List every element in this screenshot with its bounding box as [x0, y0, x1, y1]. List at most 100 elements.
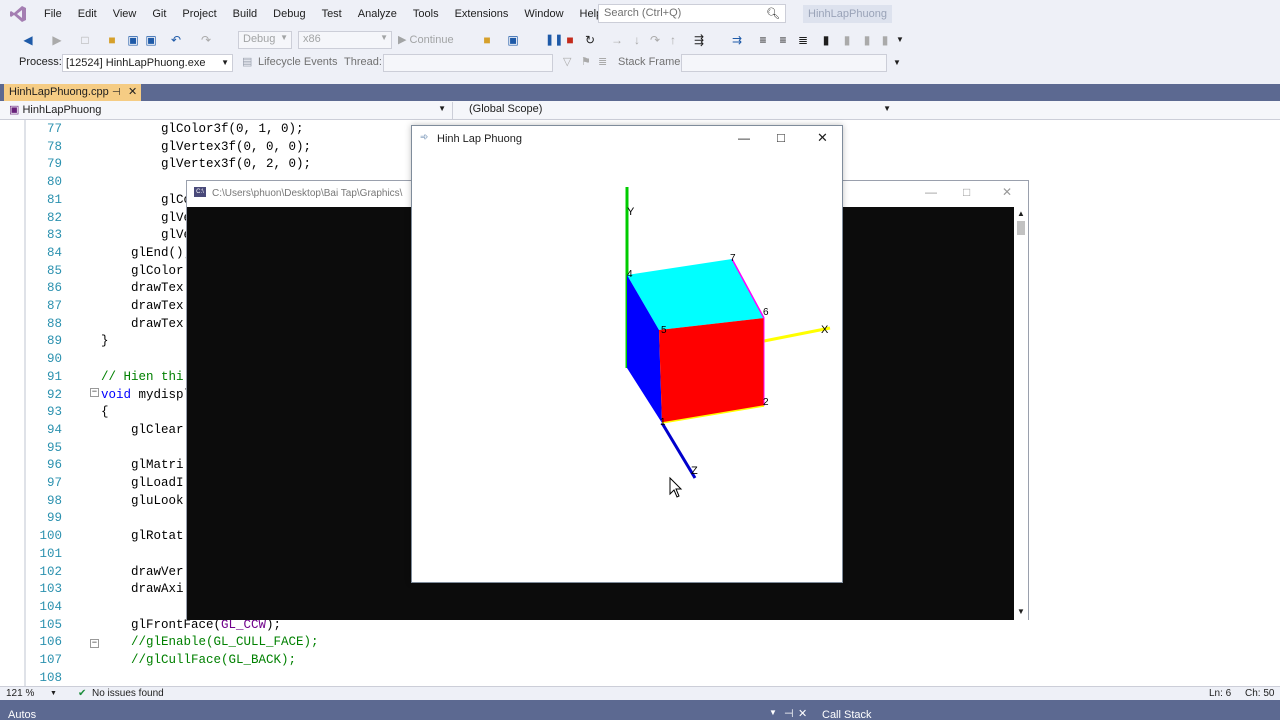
back-icon[interactable]: ◀: [20, 31, 36, 49]
minimize-icon[interactable]: —: [738, 131, 750, 145]
hot-reload-icon[interactable]: ⇶: [692, 31, 706, 49]
toolbar-overflow-icon[interactable]: ▼: [895, 31, 905, 49]
column-number: Ch: 50: [1245, 688, 1275, 699]
indent-icon[interactable]: ≡: [756, 31, 770, 49]
breakpoint-margin[interactable]: [24, 120, 26, 686]
comment-icon[interactable]: ≣: [796, 31, 810, 49]
gl-title-bar[interactable]: ➾ Hinh Lap Phuong — □ ✕: [412, 126, 842, 153]
configuration-value: Debug: [243, 33, 276, 45]
filter-icon[interactable]: ▽: [563, 55, 571, 68]
issues-status[interactable]: No issues found: [92, 687, 164, 700]
process-icon[interactable]: ■: [480, 31, 494, 49]
y-axis-label: Y: [627, 206, 635, 218]
scroll-thumb[interactable]: [1017, 221, 1025, 235]
line-number: 97: [46, 476, 62, 490]
forward-icon[interactable]: ▶: [50, 31, 64, 49]
step-out-icon[interactable]: ↑: [666, 31, 680, 49]
maximize-icon[interactable]: □: [963, 185, 970, 199]
platform-dropdown[interactable]: x86 ▼: [298, 31, 392, 49]
menu-tools[interactable]: Tools: [405, 0, 447, 28]
line-number: 87: [46, 299, 62, 313]
clear-bookmarks-icon[interactable]: ▮: [878, 31, 892, 49]
collapse-icon[interactable]: −: [90, 388, 99, 397]
screenshot-icon[interactable]: ▣: [506, 31, 520, 49]
collapse-icon[interactable]: −: [90, 639, 99, 648]
save-icon[interactable]: ▣: [126, 31, 140, 49]
menu-debug[interactable]: Debug: [265, 0, 313, 28]
step-over-icon[interactable]: ↷: [648, 31, 662, 49]
threads-icon[interactable]: ≣: [598, 55, 607, 68]
save-all-icon[interactable]: ▣: [144, 31, 158, 49]
close-icon[interactable]: ✕: [798, 707, 807, 720]
show-next-statement-icon[interactable]: →: [610, 31, 624, 49]
line-number: 103: [39, 582, 62, 597]
search-input[interactable]: Search (Ctrl+Q) 🔍︎: [598, 4, 786, 23]
continue-button[interactable]: ▶ Continue: [398, 31, 472, 49]
pin-icon[interactable]: ⊣: [112, 84, 121, 101]
thread-label: Thread:: [344, 56, 382, 68]
prev-bookmark-icon[interactable]: ▮: [840, 31, 854, 49]
configuration-dropdown[interactable]: Debug ▼: [238, 31, 292, 49]
code-line: }: [101, 334, 109, 349]
search-icon: 🔍︎: [766, 8, 780, 20]
toolbar-overflow-icon[interactable]: ▼: [893, 58, 901, 67]
call-stack-tab[interactable]: Call Stack: [822, 709, 872, 721]
menu-git[interactable]: Git: [144, 0, 174, 28]
menu-view[interactable]: View: [105, 0, 145, 28]
menu-edit[interactable]: Edit: [70, 0, 105, 28]
pause-icon[interactable]: ❚❚: [545, 31, 563, 49]
menu-test[interactable]: Test: [314, 0, 350, 28]
close-icon[interactable]: ✕: [817, 130, 828, 146]
opengl-window[interactable]: ➾ Hinh Lap Phuong — □ ✕ Y X Z 4 7 6 5 2 …: [411, 125, 843, 583]
process-dropdown[interactable]: [12524] HinhLapPhuong.exe ▼: [62, 54, 233, 72]
menu-project[interactable]: Project: [174, 0, 224, 28]
zoom-level[interactable]: 121 %: [6, 687, 34, 700]
project-dropdown[interactable]: ▣ HinhLapPhuong ▼: [6, 102, 450, 119]
outdent-icon[interactable]: ≡: [776, 31, 790, 49]
console-scrollbar[interactable]: ▲ ▼: [1014, 207, 1028, 620]
redo-icon[interactable]: ↷: [198, 31, 214, 49]
z-axis-label: Z: [691, 465, 698, 477]
code-map-icon[interactable]: ⇉: [730, 31, 744, 49]
close-tab-icon[interactable]: ✕: [128, 84, 137, 101]
maximize-icon[interactable]: □: [777, 130, 785, 145]
step-into-icon[interactable]: ↓: [630, 31, 644, 49]
line-number: 85: [46, 263, 62, 278]
scroll-down-icon[interactable]: ▼: [1017, 607, 1025, 616]
next-bookmark-icon[interactable]: ▮: [860, 31, 874, 49]
vertex-label-6: 6: [763, 307, 769, 318]
document-tab-strip: HinhLapPhuong.cpp ⊣ ✕: [0, 84, 1280, 101]
tab-hinhlapphuong-cpp[interactable]: HinhLapPhuong.cpp ⊣ ✕: [4, 84, 141, 101]
close-icon[interactable]: ✕: [1002, 185, 1012, 199]
stack-frame-dropdown[interactable]: [681, 54, 887, 72]
open-folder-icon[interactable]: ■: [104, 31, 120, 49]
menu-build[interactable]: Build: [225, 0, 265, 28]
bookmark-icon[interactable]: ▮: [820, 31, 832, 49]
visual-studio-logo-icon[interactable]: [0, 0, 36, 28]
scope-dropdown[interactable]: (Global Scope) ▼: [452, 102, 895, 119]
stop-icon[interactable]: ■: [564, 31, 576, 49]
gl-render-canvas[interactable]: Y X Z 4 7 6 5 2 1: [412, 153, 842, 583]
menu-extensions[interactable]: Extensions: [447, 0, 517, 28]
menu-window[interactable]: Window: [516, 0, 571, 28]
undo-icon[interactable]: ↶: [168, 31, 184, 49]
code-line: drawVer: [131, 564, 184, 579]
editor-status-bar: 121 % ▼ ✔ No issues found Ln: 6 Ch: 50: [0, 686, 1280, 700]
pin-icon[interactable]: ⊣: [784, 707, 794, 720]
chevron-down-icon[interactable]: ▼: [769, 708, 777, 717]
menu-analyze[interactable]: Analyze: [350, 0, 405, 28]
restart-icon[interactable]: ↻: [583, 31, 597, 49]
thread-dropdown[interactable]: [383, 54, 553, 72]
menu-file[interactable]: File: [36, 0, 70, 28]
code-line: glEnd();: [131, 245, 192, 260]
autos-tab[interactable]: Autos: [8, 709, 36, 721]
code-line: glColor: [131, 263, 184, 278]
minimize-icon[interactable]: —: [925, 185, 937, 199]
line-number: 80: [46, 175, 62, 190]
line-number: 106: [39, 635, 62, 650]
flag-icon[interactable]: ⚑: [581, 55, 591, 68]
new-item-icon[interactable]: □: [78, 31, 92, 49]
code-line: void mydispl: [101, 387, 192, 402]
lifecycle-events-button[interactable]: Lifecycle Events: [258, 56, 337, 68]
scroll-up-icon[interactable]: ▲: [1017, 209, 1025, 218]
